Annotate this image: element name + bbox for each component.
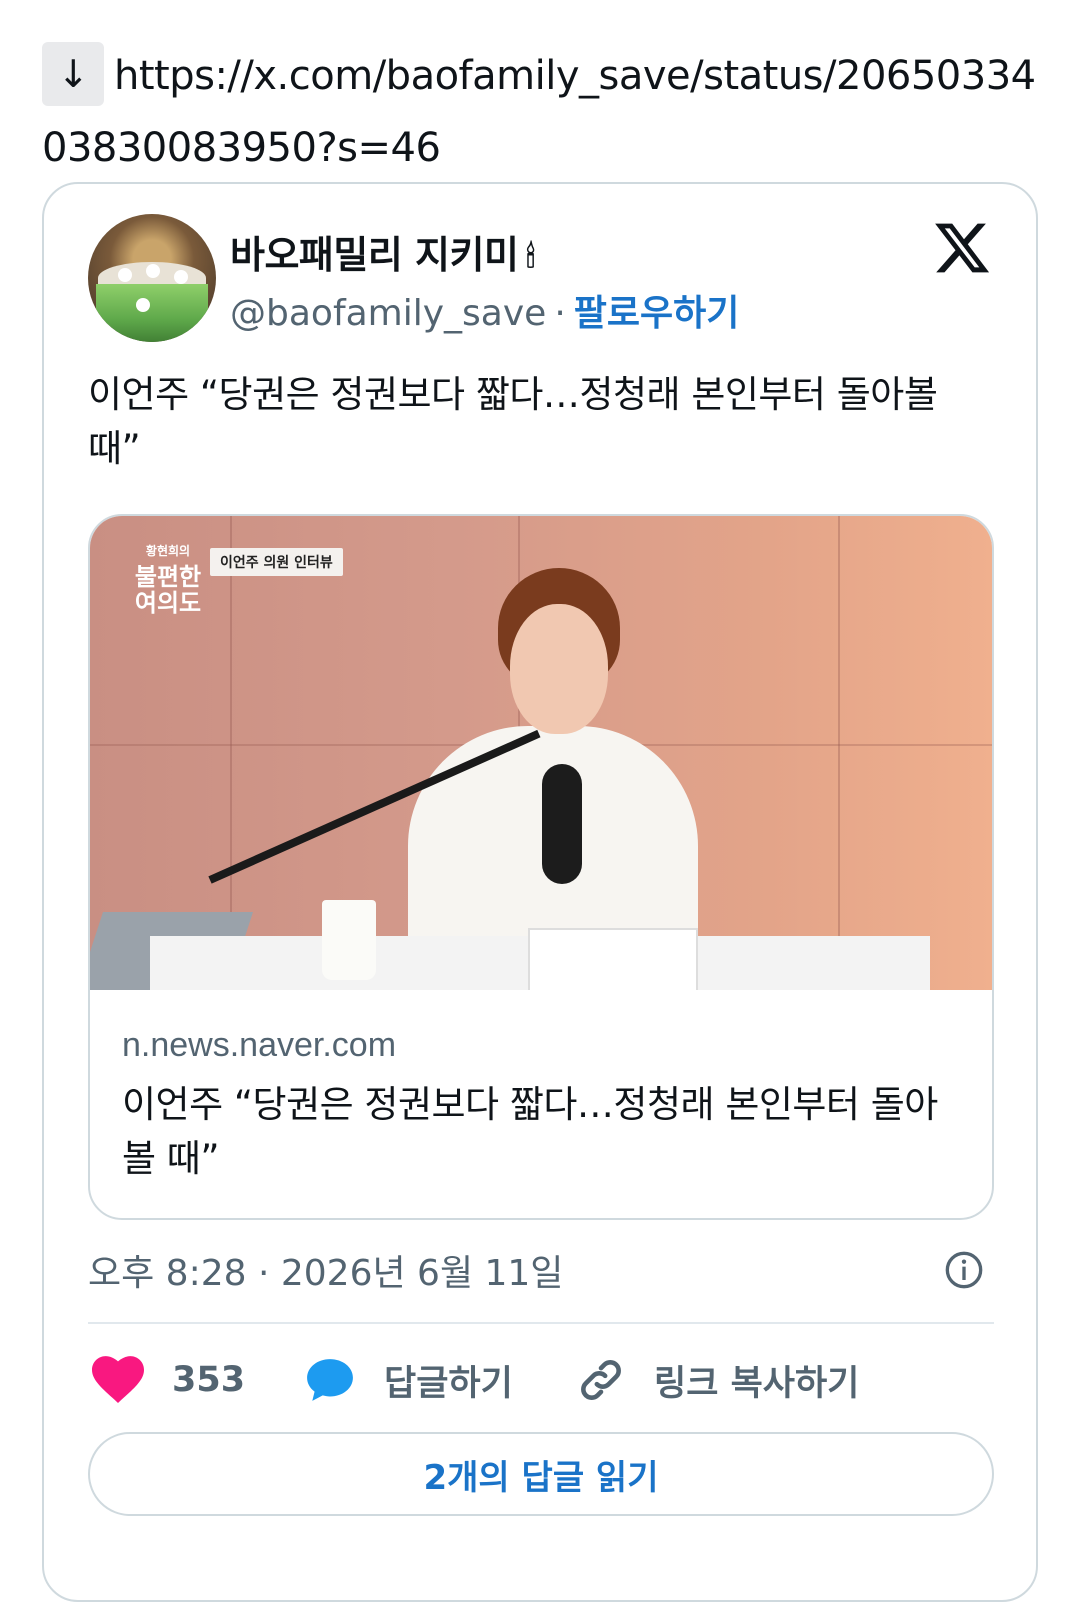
display-name[interactable]: 바오패밀리 지키미 🕯 [230, 224, 535, 279]
divider [88, 1322, 994, 1324]
heart-icon [92, 1356, 144, 1403]
show-tag: 이언주 의원 인터뷰 [210, 548, 343, 576]
read-replies-button[interactable]: 2개의 답글 읽기 [88, 1432, 994, 1516]
like-count: 353 [172, 1360, 246, 1400]
user-handle[interactable]: @baofamily_save [230, 293, 546, 334]
speech-bubble-icon [307, 1359, 353, 1401]
follow-button[interactable]: 팔로우하기 [574, 293, 740, 334]
tweet-embed-card[interactable]: 바오패밀리 지키미 🕯 @baofamily_save · 팔로우하기 이언주 “당권… [42, 182, 1038, 1602]
show-logo: 황현희의 불편한 여의도 [134, 544, 202, 617]
link-preview-card[interactable]: 황현희의 불편한 여의도 이언주 의원 인터뷰 n.news.naver.com… [88, 514, 994, 1220]
tweet-timestamp[interactable]: 오후 8:28 · 2026년 6월 11일 [88, 1244, 563, 1296]
url-link[interactable]: https://x.com/baofamily_save/status/2065… [42, 53, 1036, 171]
avatar[interactable] [88, 214, 216, 342]
handle-row: @baofamily_save · 팔로우하기 [230, 284, 739, 336]
separator-dot: · [554, 293, 566, 334]
info-icon[interactable] [944, 1250, 984, 1290]
candle-icon: 🕯 [526, 240, 535, 275]
copy-link-label: 링크 복사하기 [654, 1363, 860, 1404]
link-icon [581, 1360, 621, 1400]
link-title[interactable]: 이언주 “당권은 정권보다 짧다…정청래 본인부터 돌아볼 때” [122, 1078, 962, 1186]
reply-button[interactable]: 답글하기 [304, 1348, 513, 1412]
download-arrow-icon: ↓ [42, 42, 104, 106]
copy-link-button[interactable]: 링크 복사하기 [576, 1348, 859, 1412]
action-bar: 353 답글하기 링크 복사하기 [88, 1348, 994, 1412]
tweet-text: 이언주 “당권은 정권보다 짧다…정청래 본인부터 돌아볼 때” [88, 373, 938, 470]
reply-label: 답글하기 [384, 1363, 513, 1404]
shared-url[interactable]: ↓ https://x.com/baofamily_save/status/206… [42, 40, 1042, 184]
display-name-text: 바오패밀리 지키미 [230, 233, 519, 277]
paper-cup [322, 900, 376, 980]
x-logo-icon[interactable] [932, 218, 992, 278]
desk-sign [528, 928, 698, 990]
like-button[interactable]: 353 [92, 1348, 245, 1412]
microphone [542, 764, 582, 884]
article-image[interactable]: 황현희의 불편한 여의도 이언주 의원 인터뷰 [90, 516, 992, 990]
link-domain: n.news.naver.com [122, 1026, 397, 1064]
